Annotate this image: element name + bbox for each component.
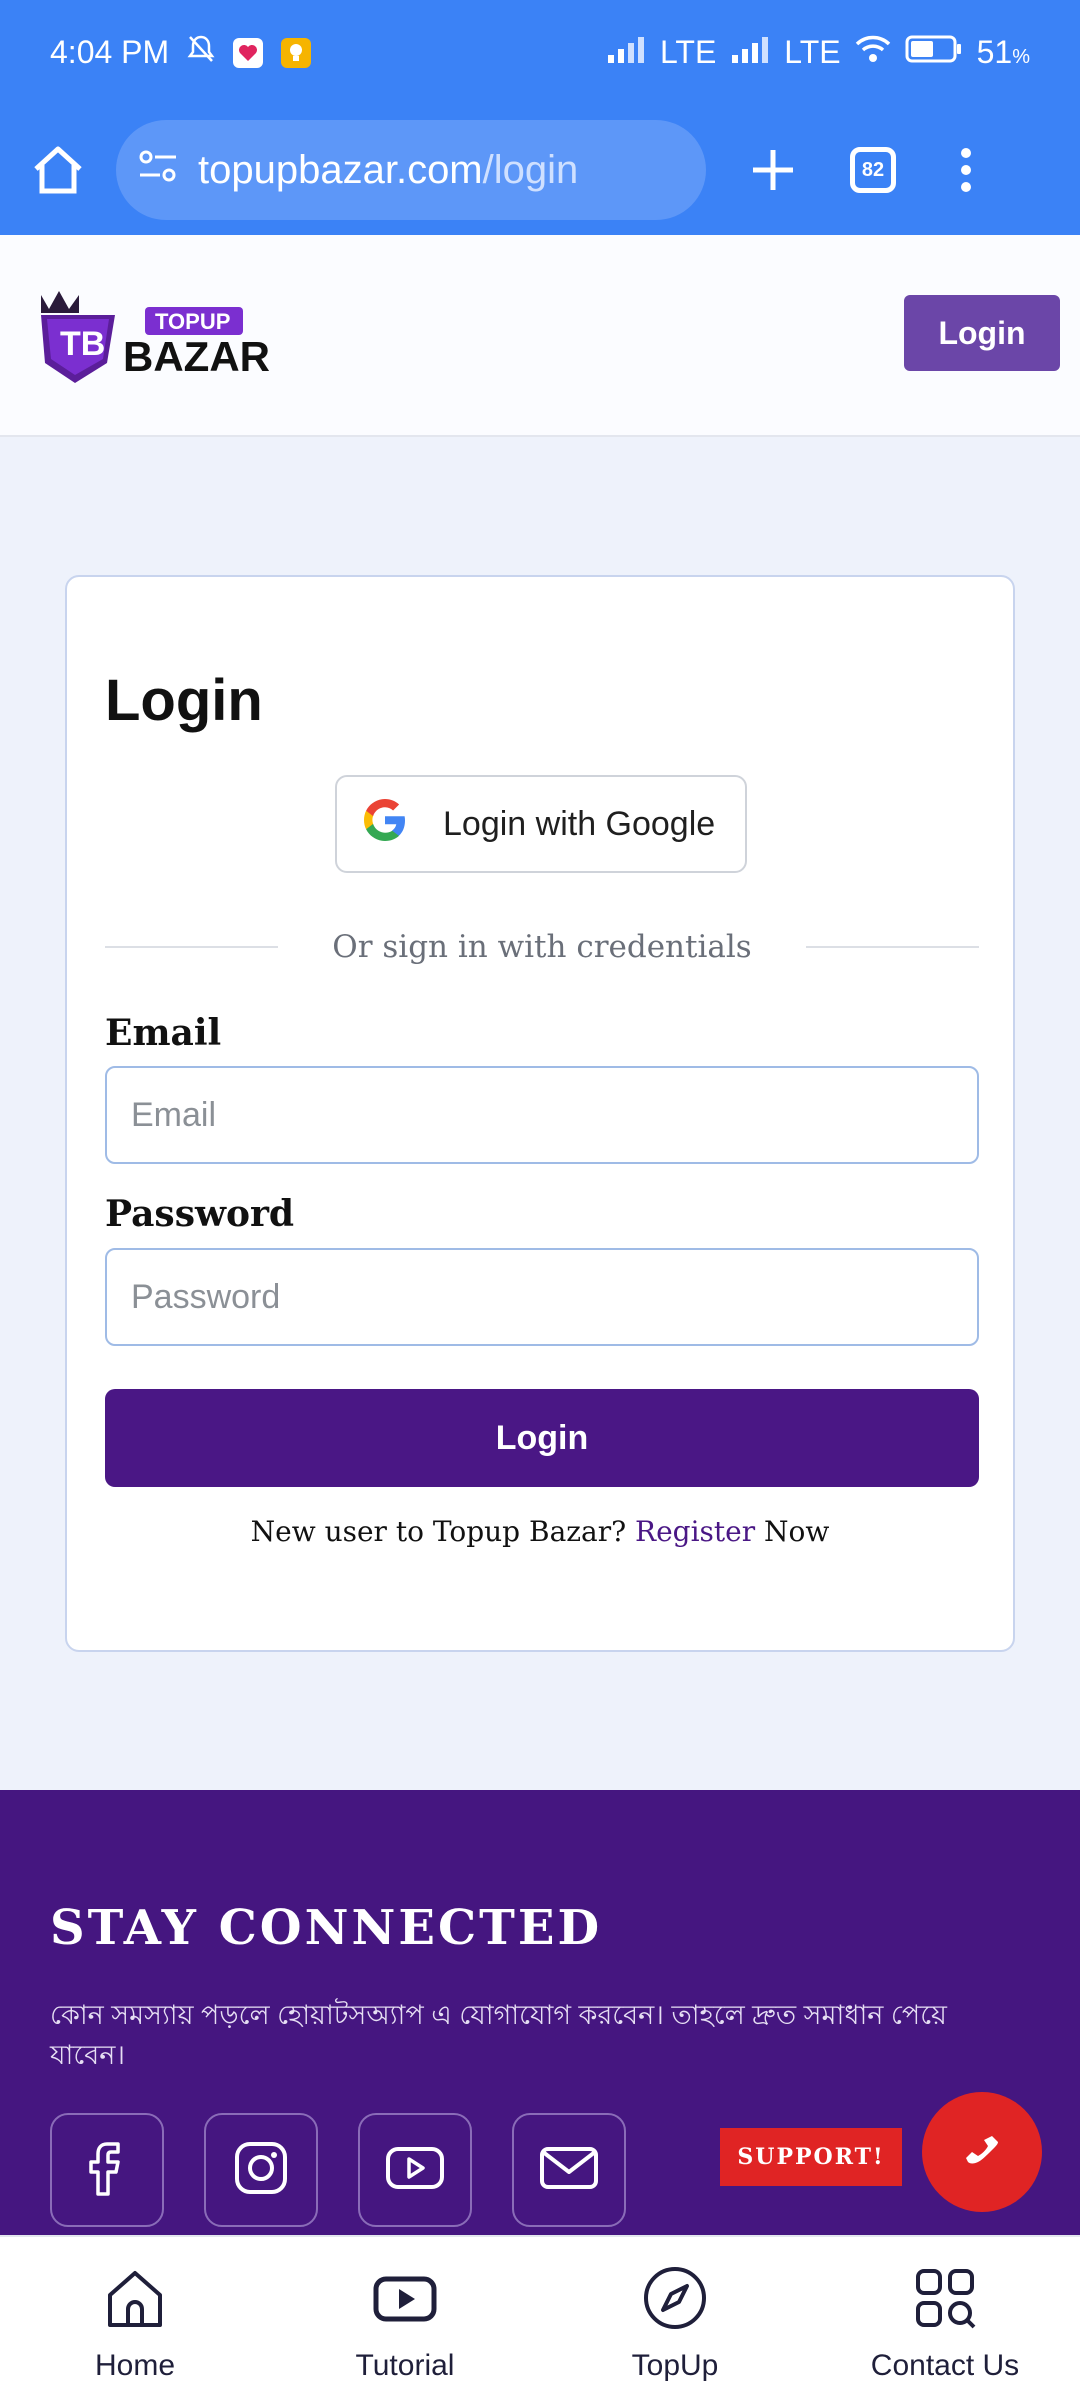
facebook-button[interactable]: [50, 2113, 164, 2227]
url-path: /login: [482, 147, 579, 192]
compass-icon: [642, 2265, 708, 2339]
home-icon[interactable]: [30, 143, 86, 197]
divider-text: Or sign in with credentials: [332, 929, 752, 965]
new-tab-icon[interactable]: [751, 148, 795, 192]
register-prompt: New user to Topup Bazar? Register Now: [67, 1515, 1013, 1548]
nav-label-topup: TopUp: [631, 2349, 719, 2382]
signal-icon: [730, 34, 770, 71]
home-icon: [102, 2265, 168, 2339]
nav-label-home: Home: [94, 2349, 176, 2382]
site-logo[interactable]: TB TOPUP BAZAR: [35, 285, 275, 385]
register-link[interactable]: Register: [635, 1515, 755, 1548]
footer-title: STAY CONNECTED: [50, 1900, 603, 1956]
grid-icon: [912, 2265, 978, 2339]
site-settings-icon[interactable]: [138, 148, 178, 193]
mute-icon: [187, 34, 215, 72]
nav-item-home[interactable]: Home: [0, 2237, 270, 2400]
more-menu-icon[interactable]: [960, 147, 972, 193]
youtube-button[interactable]: [358, 2113, 472, 2227]
facebook-icon: [87, 2140, 127, 2201]
credentials-divider: Or sign in with credentials: [105, 922, 979, 972]
tab-switcher-button[interactable]: 82: [850, 147, 896, 193]
youtube-icon: [385, 2146, 445, 2195]
google-icon: [361, 796, 409, 853]
login-card: Login Login with Google Or sign in with …: [65, 575, 1015, 1652]
heart-app-icon: [233, 37, 264, 68]
login-submit-button[interactable]: Login: [105, 1389, 979, 1487]
email-icon: [539, 2146, 599, 2195]
google-login-label: Login with Google: [443, 804, 716, 843]
divider-line: [805, 946, 979, 948]
footer-text: কোন সমস্যায় পড়লে হোয়াটসঅ্যাপ এ যোগাযো…: [50, 2000, 947, 2070]
divider-line: [105, 946, 279, 948]
footer: STAY CONNECTED কোন সমস্যায় পড়লে হোয়াট…: [0, 1790, 1080, 2235]
play-icon: [372, 2265, 438, 2339]
email-field[interactable]: [105, 1066, 979, 1164]
svg-text:TB: TB: [60, 325, 105, 363]
battery-icon: [905, 34, 963, 71]
instagram-icon: [233, 2140, 289, 2201]
email-button[interactable]: [512, 2113, 626, 2227]
call-support-button[interactable]: [922, 2092, 1042, 2212]
network-type-1: LTE: [659, 34, 717, 70]
nav-label-tutorial: Tutorial: [355, 2349, 455, 2382]
register-prefix: New user to Topup Bazar?: [250, 1515, 627, 1548]
email-label: Email: [105, 1012, 222, 1054]
battery-level: 51: [976, 34, 1013, 70]
login-title: Login: [105, 668, 263, 733]
phone-icon: [962, 2130, 1002, 2175]
status-bar: 4:04 PM LTE LTE 51%: [0, 0, 1080, 105]
nav-label-contact: Contact Us: [870, 2349, 1020, 2382]
site-header: TB TOPUP BAZAR Login: [0, 235, 1080, 437]
wifi-icon: [855, 34, 891, 71]
nav-item-topup[interactable]: TopUp: [540, 2237, 810, 2400]
instagram-button[interactable]: [204, 2113, 318, 2227]
bottom-nav: Home Tutorial TopUp Contact Us: [0, 2235, 1080, 2400]
status-time: 4:04 PM: [50, 34, 170, 70]
social-links: [50, 2113, 626, 2227]
nav-item-contact[interactable]: Contact Us: [810, 2237, 1080, 2400]
browser-toolbar: topupbazar.com/login 82: [0, 105, 1080, 235]
header-login-button[interactable]: Login: [904, 295, 1060, 371]
support-badge[interactable]: SUPPORT!: [720, 2128, 902, 2186]
battery-unit: %: [1012, 46, 1030, 68]
url-domain: topupbazar.com: [198, 147, 483, 192]
nav-item-tutorial[interactable]: Tutorial: [270, 2237, 540, 2400]
register-suffix: Now: [764, 1515, 830, 1548]
address-bar[interactable]: topupbazar.com/login: [116, 120, 706, 220]
logo-topup-text: TOPUP: [155, 309, 230, 334]
tab-count: 82: [850, 147, 896, 193]
logo-bazar-text: BAZAR: [123, 333, 270, 380]
network-type-2: LTE: [784, 34, 841, 70]
signal-icon: [606, 34, 646, 71]
google-login-button[interactable]: Login with Google: [335, 775, 747, 873]
bulb-app-icon: [281, 37, 312, 68]
password-label: Password: [105, 1193, 295, 1235]
password-field[interactable]: [105, 1248, 979, 1346]
